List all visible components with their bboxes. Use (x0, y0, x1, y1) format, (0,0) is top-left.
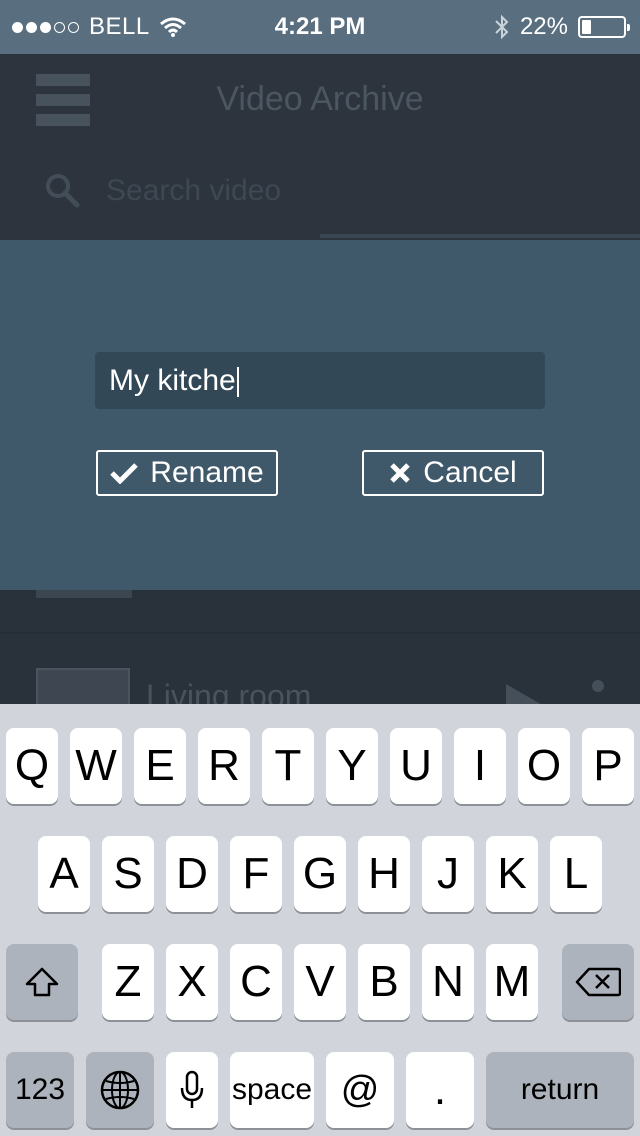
key-c[interactable]: C (230, 944, 282, 1020)
name-input-value: My kitche (109, 364, 236, 397)
name-input[interactable]: My kitche (95, 352, 545, 409)
close-icon (390, 463, 411, 483)
key-k[interactable]: K (486, 836, 538, 912)
backspace-icon (575, 967, 621, 997)
globe-key[interactable] (86, 1052, 154, 1128)
page-title: Video Archive (216, 80, 424, 118)
key-u[interactable]: U (390, 728, 442, 804)
cancel-button-label: Cancel (423, 456, 517, 489)
key-f[interactable]: F (230, 836, 282, 912)
key-e[interactable]: E (134, 728, 186, 804)
key-b[interactable]: B (358, 944, 410, 1020)
microphone-key[interactable] (166, 1052, 218, 1128)
rename-dialog: My kitche Rename Cancel (0, 240, 640, 590)
search-underline (320, 234, 640, 238)
rename-button[interactable]: Rename (96, 450, 278, 496)
microphone-icon (180, 1070, 204, 1108)
status-right: 22% (494, 13, 630, 41)
at-key[interactable]: @ (326, 1052, 394, 1128)
key-p[interactable]: P (582, 728, 634, 804)
key-r[interactable]: R (198, 728, 250, 804)
key-t[interactable]: T (262, 728, 314, 804)
cancel-button[interactable]: Cancel (362, 450, 544, 496)
key-d[interactable]: D (166, 836, 218, 912)
video-thumbnail[interactable] (36, 668, 130, 708)
status-bar: BELL 4:21 PM 22% (0, 0, 640, 54)
numbers-key[interactable]: 123 (6, 1052, 74, 1128)
checkmark-icon (110, 463, 139, 484)
return-key[interactable]: return (486, 1052, 634, 1128)
app-header: Video Archive Search video (0, 54, 640, 240)
period-key[interactable]: . (406, 1052, 474, 1128)
shift-icon (25, 967, 59, 997)
key-n[interactable]: N (422, 944, 474, 1020)
search-icon (46, 174, 80, 208)
text-caret (236, 367, 239, 398)
key-z[interactable]: Z (102, 944, 154, 1020)
key-v[interactable]: V (294, 944, 346, 1020)
key-j[interactable]: J (422, 836, 474, 912)
bluetooth-icon (495, 14, 509, 40)
key-y[interactable]: Y (326, 728, 378, 804)
battery-icon (578, 16, 630, 38)
key-l[interactable]: L (550, 836, 602, 912)
backspace-key[interactable] (562, 944, 634, 1020)
globe-icon (100, 1070, 140, 1110)
key-i[interactable]: I (454, 728, 506, 804)
key-g[interactable]: G (294, 836, 346, 912)
key-x[interactable]: X (166, 944, 218, 1020)
search-input[interactable]: Search video (106, 174, 281, 208)
video-thumbnail (36, 590, 132, 598)
key-a[interactable]: A (38, 836, 90, 912)
key-s[interactable]: S (102, 836, 154, 912)
keyboard: 123 space @ . return QWERTYUIOP ASDFGHJKL… (0, 704, 640, 1136)
key-m[interactable]: M (486, 944, 538, 1020)
more-icon[interactable] (592, 680, 604, 692)
divider (0, 632, 640, 634)
key-w[interactable]: W (70, 728, 122, 804)
shift-key[interactable] (6, 944, 78, 1020)
video-list: Living room (0, 590, 640, 728)
battery-percent: 22% (519, 13, 568, 40)
key-q[interactable]: Q (6, 728, 58, 804)
space-key[interactable]: space (230, 1052, 314, 1128)
rename-button-label: Rename (150, 456, 264, 489)
key-h[interactable]: H (358, 836, 410, 912)
battery-fill (582, 20, 591, 34)
key-o[interactable]: O (518, 728, 570, 804)
